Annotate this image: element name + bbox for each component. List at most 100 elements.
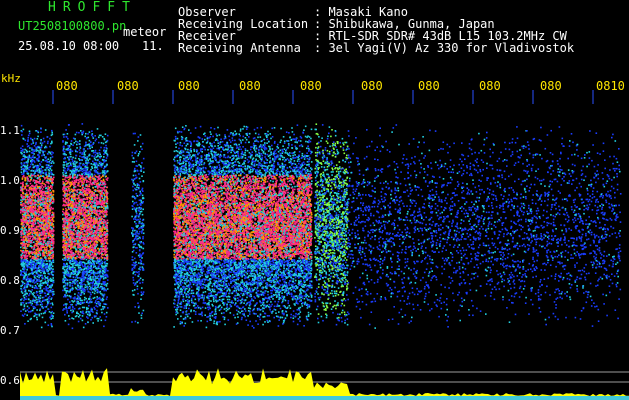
spectrum-pixel (35, 130, 37, 132)
spectrum-pixel (78, 149, 81, 151)
spectrum-pixel (71, 240, 74, 243)
spectrum-pixel (66, 219, 68, 222)
spectrum-pixel (52, 225, 55, 227)
spectrum-pixel (22, 236, 25, 238)
spectrum-pixel (36, 184, 38, 186)
spectrum-pixel (101, 270, 104, 272)
spectrum-pixel (48, 170, 51, 172)
spectrum-pixel (52, 290, 55, 293)
spectrum-pixel (72, 160, 74, 162)
spectrum-pixel (28, 214, 30, 217)
spectrum-pixel (33, 260, 35, 263)
datetime: 25.08.10 08:00 (18, 40, 119, 52)
spectrum-pixel (71, 150, 74, 152)
spectrum-pixel (26, 241, 28, 243)
spectrum-pixel (36, 166, 38, 168)
spectrum-pixel (21, 228, 23, 231)
spectrum-pixel (32, 191, 35, 193)
spectrum-pixel (69, 301, 71, 303)
spectrum-pixel (84, 284, 87, 286)
meteor-label: meteor (123, 26, 166, 38)
spectrum-pixel (46, 179, 48, 182)
spectrum-pixel (20, 147, 22, 149)
spectrum-pixel (32, 149, 35, 151)
spectrum-pixel (78, 296, 80, 298)
spectrum-pixel (51, 129, 53, 132)
spectrum-pixel (66, 310, 68, 312)
spectrum-pixel (46, 208, 49, 210)
spectrum-pixel (48, 175, 50, 177)
spectrum-pixel (69, 238, 71, 241)
spectrum-pixel (28, 175, 30, 177)
spectrum-pixel (40, 144, 43, 146)
spectrum-pixel (81, 170, 84, 173)
spectrum-pixel (34, 312, 36, 315)
spectrum-pixel (39, 237, 42, 240)
spectrum-pixel (49, 241, 52, 243)
spectrum-pixel (85, 221, 87, 223)
spectrum-pixel (27, 220, 30, 222)
spectrum-pixel (36, 188, 38, 190)
spectrum-pixel (23, 233, 26, 236)
spectrum-pixel (95, 302, 98, 305)
spectrum-pixel (43, 226, 46, 229)
meteor-count: 11. (142, 40, 164, 52)
spectrum-pixel (35, 281, 37, 283)
spectrum-pixel (63, 166, 65, 169)
spectrum-pixel (29, 277, 31, 280)
spectrum-pixel (48, 172, 50, 174)
spectrum-pixel (47, 140, 49, 143)
spectrogram-plot[interactable] (20, 90, 629, 400)
spectrum-pixel (36, 239, 39, 241)
spectrum-pixel (105, 157, 108, 159)
spectrum-pixel (51, 187, 53, 190)
spectrum-pixel (48, 311, 51, 313)
spectrum-pixel (52, 277, 54, 279)
spectrum-pixel (85, 267, 88, 269)
spectrum-pixel (28, 168, 30, 171)
spectrum-pixel (46, 255, 48, 257)
spectrum-pixel (98, 162, 101, 165)
spectrum-pixel (20, 299, 22, 301)
spectrum-pixel (97, 226, 99, 228)
spectrum-pixel (83, 240, 86, 243)
spectrum-pixel (90, 173, 93, 175)
spectrum-pixel (35, 271, 38, 274)
spectrum-pixel (45, 171, 48, 174)
spectrum-pixel (23, 151, 25, 153)
spectrum-pixel (29, 147, 31, 149)
spectrum-pixel (48, 262, 51, 264)
spectrum-pixel (25, 238, 28, 240)
spectrum-pixel (23, 305, 26, 308)
spectrum-pixel (41, 142, 44, 144)
spectrum-pixel (28, 298, 30, 301)
spectrum-pixel (97, 247, 99, 250)
spectrum-pixel (96, 298, 98, 300)
spectrum-pixel (21, 197, 24, 200)
spectrum-pixel (36, 301, 38, 304)
spectrum-pixel (93, 157, 96, 160)
spectrum-pixel (37, 245, 39, 248)
spectrum-pixel (97, 317, 100, 320)
spectrum-pixel (40, 243, 42, 245)
spectrum-pixel (47, 279, 49, 282)
spectrum-pixel (20, 287, 22, 290)
spectrum-pixel (63, 169, 66, 172)
spectrum-pixel (32, 159, 34, 162)
spectrum-pixel (103, 153, 105, 155)
spectrum-pixel (46, 136, 49, 138)
spectrum-pixel (68, 217, 70, 220)
spectrum-pixel (37, 154, 39, 156)
spectrum-pixel (33, 265, 36, 267)
spectrum-pixel (88, 158, 91, 160)
spectrum-pixel (24, 272, 26, 275)
spectrum-pixel (77, 292, 80, 294)
spectrum-pixel (82, 253, 85, 256)
spectrum-pixel (26, 305, 29, 308)
spectrum-pixel (85, 258, 88, 261)
spectrum-pixel (77, 170, 80, 172)
spectrum-pixel (25, 251, 28, 254)
spectrum-pixel (23, 162, 26, 164)
spectrum-pixel (46, 206, 48, 208)
spectrum-pixel (43, 263, 46, 265)
